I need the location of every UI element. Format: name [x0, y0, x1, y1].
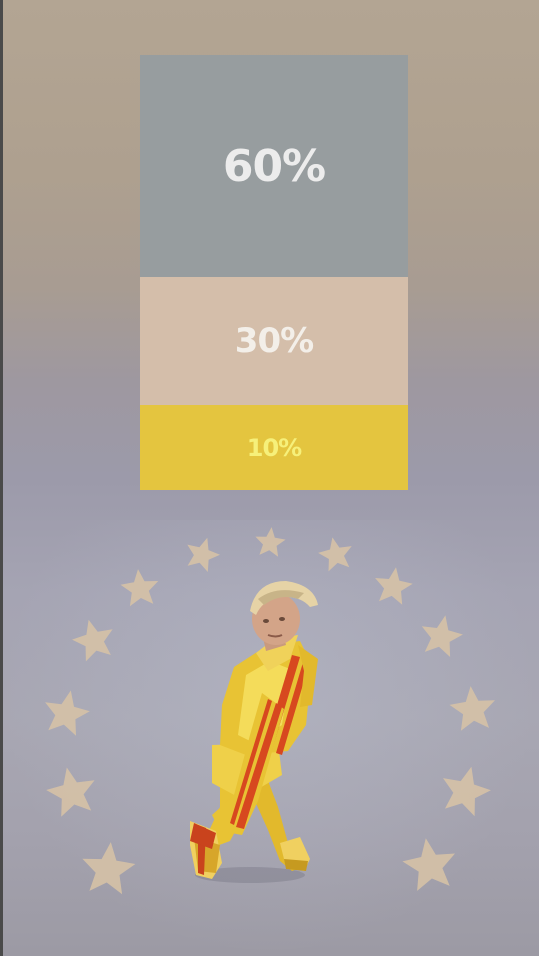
- swatch-60-percent: 60%: [140, 55, 408, 277]
- star-icon: [375, 567, 413, 605]
- star-icon: [45, 690, 90, 736]
- star-icon: [82, 842, 136, 895]
- swatch-10-percent: 10%: [140, 405, 408, 490]
- swatch-30-label: 30%: [234, 321, 314, 361]
- boxer-figure: [190, 581, 318, 883]
- star-icon: [443, 766, 491, 817]
- star-icon: [449, 686, 495, 731]
- star-icon: [421, 615, 463, 657]
- star-icon: [402, 838, 455, 891]
- swatch-30-percent: 30%: [140, 277, 408, 405]
- star-icon: [318, 537, 352, 572]
- star-icon: [187, 537, 220, 572]
- star-icon: [72, 619, 113, 662]
- swatch-10-label: 10%: [246, 433, 302, 462]
- star-icon: [255, 527, 286, 557]
- color-palette: 60% 30% 10%: [140, 55, 408, 490]
- swatch-60-label: 60%: [222, 140, 326, 192]
- star-icon: [46, 767, 95, 817]
